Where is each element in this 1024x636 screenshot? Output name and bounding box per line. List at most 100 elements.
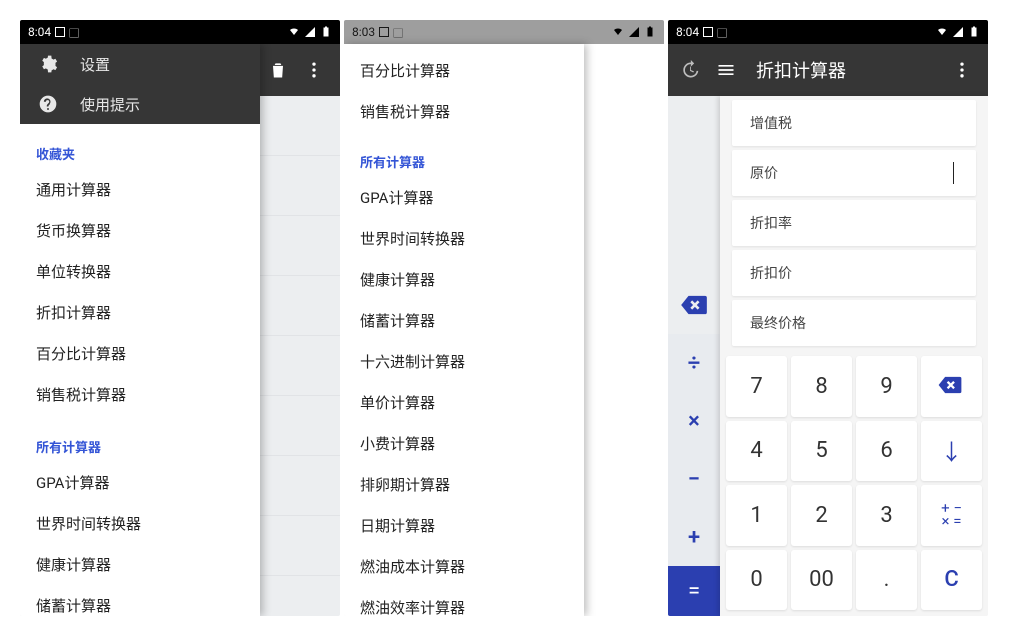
drawer-item[interactable]: 单价计算器 [344, 382, 584, 423]
key-0[interactable]: 0 [726, 550, 787, 611]
status-bar: 8:03 ▢ [344, 20, 664, 44]
screen-discount-calculator: 8:04 ▢ 折扣计算器 [668, 20, 988, 616]
field-4[interactable]: 最终价格 [732, 300, 976, 346]
drawer-item[interactable]: 销售税计算器 [20, 374, 260, 415]
card-icon: ▢ [717, 25, 727, 40]
drawer-settings-label: 设置 [80, 54, 110, 75]
drawer-item[interactable]: 世界时间转换器 [344, 218, 584, 259]
screenshot-icon [703, 27, 713, 37]
key-1[interactable]: 1 [726, 485, 787, 546]
drawer-item[interactable]: 销售税计算器 [344, 91, 584, 132]
field-label: 折扣率 [750, 213, 792, 233]
signal-icon [628, 26, 640, 38]
drawer-item[interactable]: 排卵期计算器 [344, 464, 584, 505]
drawer-item[interactable]: 百分比计算器 [20, 333, 260, 374]
key-5[interactable]: 5 [791, 421, 852, 482]
field-2[interactable]: 折扣率 [732, 200, 976, 246]
key-3[interactable]: 3 [856, 485, 917, 546]
wifi-icon [936, 26, 948, 38]
drawer-item[interactable]: 百分比计算器 [344, 50, 584, 91]
section-favorites: 收藏夹 [20, 134, 260, 169]
battery-icon [968, 26, 980, 38]
overflow-menu-button[interactable] [296, 52, 332, 88]
field-label: 最终价格 [750, 313, 806, 333]
screen-drawer-scrolled: 8:03 ▢ 百分比计算器销售税计算器 所有计算器 GPA计算器世界时间转换器健… [344, 20, 664, 616]
drawer-item[interactable]: 健康计算器 [20, 544, 260, 585]
signal-icon [304, 26, 316, 38]
key-ops-toggle[interactable]: + −× = [921, 485, 982, 546]
status-bar: 8:04 ▢ [20, 20, 340, 44]
battery-icon [644, 26, 656, 38]
card-icon: ▢ [393, 25, 403, 40]
status-bar: 8:04 ▢ [668, 20, 988, 44]
op-equals[interactable]: = [668, 566, 720, 616]
key-clear[interactable]: C [921, 550, 982, 611]
key-.[interactable]: . [856, 550, 917, 611]
screen-drawer-top: 8:04 ▢ 设置 [20, 20, 340, 616]
op-divide[interactable]: ÷ [668, 334, 720, 392]
navigation-drawer: 设置 使用提示 收藏夹 通用计算器货币换算器单位转换器折扣计算器百分比计算器销售… [20, 44, 260, 616]
drawer-item[interactable]: 小费计算器 [344, 423, 584, 464]
history-button[interactable] [672, 52, 708, 88]
drawer-scroll[interactable]: 收藏夹 通用计算器货币换算器单位转换器折扣计算器百分比计算器销售税计算器 所有计… [20, 124, 260, 616]
wifi-icon [288, 26, 300, 38]
field-1[interactable]: 原价 [732, 150, 976, 196]
fields-container: 增值税原价折扣率折扣价最终价格 [720, 96, 988, 352]
drawer-item[interactable]: 折扣计算器 [20, 292, 260, 333]
drawer-item[interactable]: 燃油成本计算器 [344, 546, 584, 587]
calculator-panel: 增值税原价折扣率折扣价最终价格 789 456↓ 123+ −× = 000.C [720, 96, 988, 616]
signal-icon [952, 26, 964, 38]
op-minus[interactable]: − [668, 450, 720, 508]
status-time: 8:03 [352, 25, 375, 39]
drawer-header: 设置 使用提示 [20, 44, 260, 124]
drawer-item[interactable]: 货币换算器 [20, 210, 260, 251]
key-4[interactable]: 4 [726, 421, 787, 482]
key-backspace[interactable] [921, 356, 982, 417]
key-6[interactable]: 6 [856, 421, 917, 482]
drawer-item[interactable]: 单位转换器 [20, 251, 260, 292]
drawer-item[interactable]: 健康计算器 [344, 259, 584, 300]
field-0[interactable]: 增值税 [732, 100, 976, 146]
overflow-menu-button[interactable] [944, 52, 980, 88]
key-8[interactable]: 8 [791, 356, 852, 417]
drawer-item[interactable]: 储蓄计算器 [20, 585, 260, 616]
drawer-item[interactable]: GPA计算器 [344, 177, 584, 218]
key-next-field[interactable]: ↓ [921, 421, 982, 482]
drawer-item[interactable]: 储蓄计算器 [344, 300, 584, 341]
card-icon: ▢ [69, 25, 79, 40]
status-time: 8:04 [676, 25, 699, 39]
key-9[interactable]: 9 [856, 356, 917, 417]
key-7[interactable]: 7 [726, 356, 787, 417]
drawer-item[interactable]: 日期计算器 [344, 505, 584, 546]
op-multiply[interactable]: × [668, 392, 720, 450]
section-all: 所有计算器 [344, 142, 584, 177]
drawer-item[interactable]: 世界时间转换器 [20, 503, 260, 544]
delete-button[interactable] [260, 52, 296, 88]
key-00[interactable]: 00 [791, 550, 852, 611]
status-time: 8:04 [28, 25, 51, 39]
section-all: 所有计算器 [20, 427, 260, 462]
battery-icon [320, 26, 332, 38]
drawer-item[interactable]: 燃油效率计算器 [344, 587, 584, 616]
field-3[interactable]: 折扣价 [732, 250, 976, 296]
help-icon [38, 94, 58, 114]
drawer-tips[interactable]: 使用提示 [20, 84, 260, 124]
key-2[interactable]: 2 [791, 485, 852, 546]
drawer-item[interactable]: 通用计算器 [20, 169, 260, 210]
screenshot-icon [379, 27, 389, 37]
drawer-settings[interactable]: 设置 [20, 44, 260, 84]
navigation-drawer: 百分比计算器销售税计算器 所有计算器 GPA计算器世界时间转换器健康计算器储蓄计… [344, 44, 584, 616]
drawer-item[interactable]: GPA计算器 [20, 462, 260, 503]
side-operators: ÷ × − + [668, 276, 720, 566]
op-backspace[interactable] [668, 276, 720, 334]
drawer-scroll[interactable]: 百分比计算器销售税计算器 所有计算器 GPA计算器世界时间转换器健康计算器储蓄计… [344, 44, 584, 616]
drawer-item[interactable]: 十六进制计算器 [344, 341, 584, 382]
field-label: 增值税 [750, 113, 792, 133]
screenshot-icon [55, 27, 65, 37]
drawer-tips-label: 使用提示 [80, 94, 140, 115]
op-plus[interactable]: + [668, 508, 720, 566]
field-label: 折扣价 [750, 263, 792, 283]
menu-button[interactable] [708, 52, 744, 88]
wifi-icon [612, 26, 624, 38]
page-title: 折扣计算器 [756, 57, 944, 83]
